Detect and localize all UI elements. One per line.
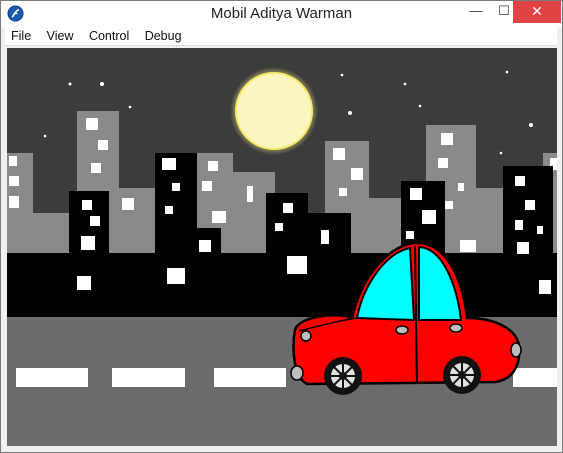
car-headlight	[290, 365, 304, 381]
door-handle-rear	[449, 323, 463, 333]
door-handle-front	[395, 325, 409, 335]
title-bar: Mobil Aditya Warman — ☐ ✕	[1, 1, 562, 27]
front-wheel	[324, 357, 362, 395]
menu-control[interactable]: Control	[83, 27, 129, 45]
car-taillight	[510, 342, 522, 358]
menu-file[interactable]: File	[5, 27, 31, 45]
menu-view[interactable]: View	[41, 27, 74, 45]
moon	[235, 72, 313, 150]
menu-debug[interactable]: Debug	[139, 27, 182, 45]
animation-stage	[7, 48, 557, 446]
app-window: Mobil Aditya Warman — ☐ ✕ File View Cont…	[0, 0, 563, 453]
close-button[interactable]: ✕	[513, 1, 561, 23]
menu-bar: File View Control Debug	[5, 27, 557, 46]
rear-wheel	[443, 356, 481, 394]
